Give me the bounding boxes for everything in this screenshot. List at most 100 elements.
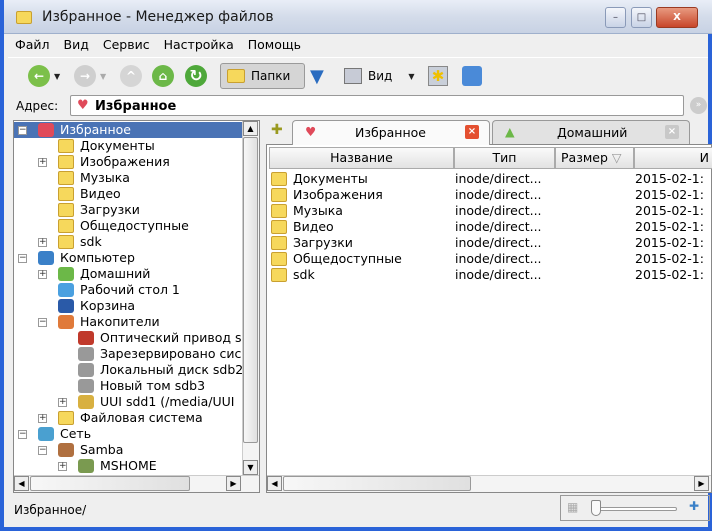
tree-item[interactable]: − Накопители (14, 314, 243, 330)
new-tab-icon[interactable]: ✚ (271, 122, 283, 138)
column-date[interactable]: И (634, 147, 712, 169)
tree-item[interactable]: + Домашний (14, 266, 243, 282)
address-input[interactable]: ♥ Избранное (70, 95, 684, 116)
collapse-icon[interactable]: − (18, 126, 27, 135)
tree-item[interactable]: Общедоступные (14, 218, 243, 234)
tree-item[interactable]: + Файловая система (14, 410, 243, 426)
tree-item[interactable]: + UUI sdd1 (/media/UUI (14, 394, 243, 410)
file-row[interactable]: Загрузки inode/direct... 2015-02-1: (267, 235, 711, 251)
tree-item[interactable]: + Изображения (14, 154, 243, 170)
collapse-icon[interactable]: − (18, 254, 27, 263)
collapse-icon[interactable]: − (18, 430, 27, 439)
scroll-up-button[interactable]: ▲ (243, 121, 258, 136)
file-row[interactable]: Общедоступные inode/direct... 2015-02-1: (267, 251, 711, 267)
scroll-right-button[interactable]: ▶ (226, 476, 241, 491)
scroll-down-button[interactable]: ▼ (243, 460, 258, 475)
column-size[interactable]: Размер ▽ (555, 147, 634, 169)
scroll-left-button[interactable]: ◀ (267, 476, 282, 491)
forward-button[interactable]: → ▼ (74, 63, 106, 89)
file-date: 2015-02-1: (635, 235, 704, 250)
menu-file[interactable]: Файл (8, 34, 57, 56)
file-row[interactable]: sdk inode/direct... 2015-02-1: (267, 267, 711, 283)
up-button[interactable]: ^ (120, 63, 142, 89)
tree-item[interactable]: Корзина (14, 298, 243, 314)
tree-item[interactable]: − Избранное (14, 122, 243, 138)
close-tab-icon[interactable]: × (465, 125, 479, 139)
file-type: inode/direct... (455, 267, 542, 282)
column-type[interactable]: Тип (454, 147, 555, 169)
expand-icon[interactable]: + (38, 270, 47, 279)
scroll-thumb[interactable] (283, 476, 471, 491)
folder-tree: − Избранное Документы + Изображения Музыка Вид… (13, 120, 260, 493)
collapse-icon[interactable]: − (38, 446, 47, 455)
scroll-thumb[interactable] (243, 137, 258, 443)
back-dropdown-icon[interactable]: ▼ (54, 72, 60, 81)
tree-item[interactable]: − Компьютер (14, 250, 243, 266)
address-bar: Адрес: ♥ Избранное » (8, 94, 712, 118)
tree-item[interactable]: − Samba (14, 442, 243, 458)
file-row[interactable]: Документы inode/direct... 2015-02-1: (267, 171, 711, 187)
tree-item[interactable]: Локальный диск sdb2 (14, 362, 243, 378)
scroll-left-button[interactable]: ◀ (14, 476, 29, 491)
view-dropdown-icon[interactable]: ▼ (408, 72, 414, 81)
minimize-button[interactable]: – (605, 7, 626, 28)
tree-item[interactable]: − Сеть (14, 426, 243, 442)
zoom-slider[interactable] (593, 507, 677, 511)
collapse-icon[interactable]: − (38, 318, 47, 327)
expand-icon[interactable]: + (38, 414, 47, 423)
tree-item[interactable]: + MSHOME (14, 458, 243, 474)
tree-horizontal-scrollbar[interactable]: ◀ ▶ (14, 475, 259, 492)
close-tab-icon[interactable]: × (665, 125, 679, 139)
menu-view[interactable]: Вид (57, 34, 96, 56)
tab-favorites[interactable]: ♥ Избранное × (292, 120, 490, 145)
tree-item[interactable]: Видео (14, 186, 243, 202)
refresh-button[interactable]: ↻ (185, 63, 207, 89)
tree-item[interactable]: Зарезервировано сис (14, 346, 243, 362)
zoom-slider-thumb[interactable] (591, 500, 601, 516)
view-button[interactable]: Вид ▼ (344, 63, 414, 89)
folders-label: Папки (251, 69, 291, 83)
home-button[interactable]: ⌂ (152, 63, 174, 89)
expand-icon[interactable]: + (58, 462, 67, 471)
expand-icon[interactable]: + (38, 158, 47, 167)
file-date: 2015-02-1: (635, 171, 704, 186)
network-button[interactable] (462, 63, 482, 89)
folders-toggle-button[interactable]: Папки (220, 63, 305, 89)
forward-dropdown-icon[interactable]: ▼ (100, 72, 106, 81)
column-name[interactable]: Название (269, 147, 454, 169)
file-row[interactable]: Видео inode/direct... 2015-02-1: (267, 219, 711, 235)
tab-label: Домашний (557, 125, 628, 140)
back-button[interactable]: ← ▼ (28, 63, 60, 89)
tree-item-label: Сеть (60, 426, 92, 441)
tree-item[interactable]: Рабочий стол 1 (14, 282, 243, 298)
tree-item[interactable]: Документы (14, 138, 243, 154)
go-button[interactable]: » (690, 97, 707, 114)
refresh-icon: ↻ (185, 65, 207, 87)
list-horizontal-scrollbar[interactable]: ◀ ▶ (267, 475, 711, 492)
menu-tools[interactable]: Сервис (96, 34, 157, 56)
maximize-button[interactable]: □ (631, 7, 652, 28)
tab-home[interactable]: ▲ Домашний × (492, 120, 690, 144)
menu-help[interactable]: Помощь (241, 34, 308, 56)
tree-item[interactable]: Музыка (14, 170, 243, 186)
heart-icon: ♥ (305, 124, 317, 139)
tree-item[interactable]: Новый том sdb3 (14, 378, 243, 394)
new-tab-button[interactable]: ✱ (428, 63, 448, 89)
file-date: 2015-02-1: (635, 267, 704, 282)
file-row[interactable]: Изображения inode/direct... 2015-02-1: (267, 187, 711, 203)
file-row[interactable]: Музыка inode/direct... 2015-02-1: (267, 203, 711, 219)
tree-item[interactable]: Загрузки (14, 202, 243, 218)
tree-item-label: Локальный диск sdb2 (100, 362, 244, 377)
zoom-out-icon[interactable]: ▦ (567, 500, 578, 514)
close-button[interactable]: X (656, 7, 698, 28)
scroll-thumb[interactable] (30, 476, 190, 491)
tree-vertical-scrollbar[interactable]: ▲ ▼ (242, 121, 259, 475)
filter-button[interactable]: ▼ (310, 63, 324, 89)
scroll-right-button[interactable]: ▶ (694, 476, 709, 491)
tree-item[interactable]: Оптический привод s (14, 330, 243, 346)
zoom-in-icon[interactable]: ✚ (689, 499, 699, 513)
expand-icon[interactable]: + (38, 238, 47, 247)
menu-settings[interactable]: Настройка (157, 34, 241, 56)
expand-icon[interactable]: + (58, 398, 67, 407)
tree-item[interactable]: + sdk (14, 234, 243, 250)
